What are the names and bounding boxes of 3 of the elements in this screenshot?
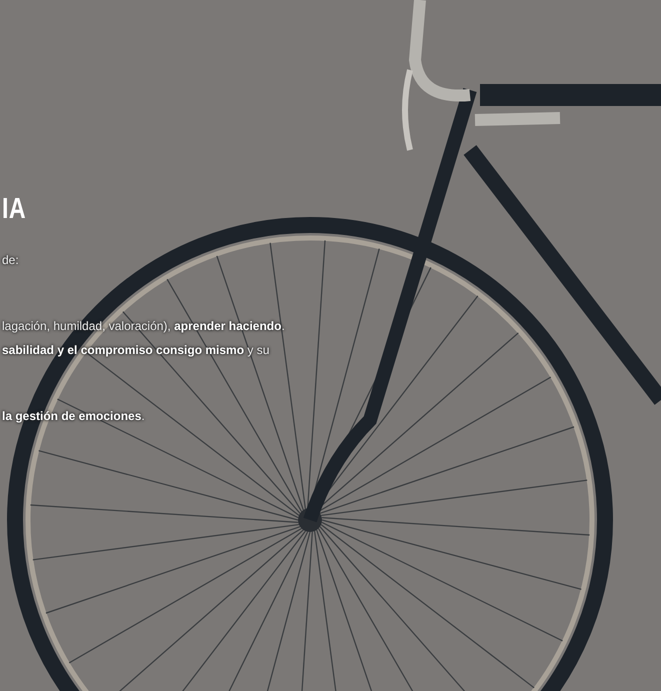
paragraph-text: sabilidad y el compromiso consigo mismo y su <box>2 342 270 358</box>
paragraph-text: de: <box>2 252 19 268</box>
section-heading: IA <box>2 193 26 225</box>
